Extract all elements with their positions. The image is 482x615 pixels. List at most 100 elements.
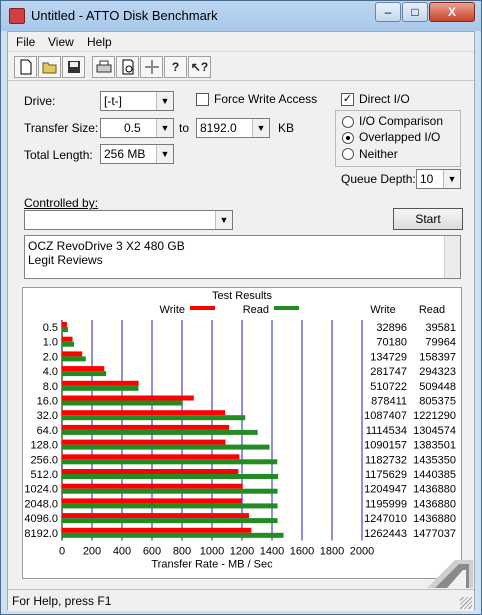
neither-radio[interactable]: [342, 148, 354, 160]
write-bar: [62, 527, 252, 533]
read-value: 1435350: [413, 454, 456, 466]
write-bar: [62, 469, 239, 474]
drive-label: Drive:: [24, 94, 56, 108]
x-tick-label: 600: [143, 546, 161, 558]
write-value: 1195999: [365, 498, 407, 510]
move-icon[interactable]: [140, 56, 163, 78]
chevron-down-icon: ▼: [156, 119, 173, 137]
transfer-to-select[interactable]: 8192.0 ▼: [196, 118, 270, 138]
total-length-label: Total Length:: [24, 148, 93, 162]
results-title: Test Results: [212, 290, 272, 302]
y-tick-label: 8192.0: [24, 528, 58, 540]
read-bar: [62, 415, 246, 421]
print-preview-icon[interactable]: [116, 56, 139, 78]
menu-view[interactable]: View: [48, 35, 74, 49]
legend-write-swatch: [190, 306, 215, 310]
write-bar: [62, 366, 105, 372]
total-length-value: 256 MB: [104, 147, 146, 161]
read-value: 1436880: [413, 498, 456, 510]
queue-depth-select[interactable]: 10 ▼: [416, 169, 461, 189]
write-bar: [62, 513, 250, 519]
x-tick-label: 200: [83, 546, 101, 558]
read-bar: [62, 474, 279, 479]
write-bar: [62, 454, 240, 460]
test-results-panel: Test Results Write Read Write Read 0 200 400 600…: [22, 287, 462, 579]
read-bar: [62, 488, 278, 494]
write-value: 878411: [371, 396, 407, 408]
description-textarea[interactable]: OCZ RevoDrive 3 X2 480 GB Legit Reviews: [24, 235, 461, 279]
read-value: 1440385: [413, 469, 456, 481]
context-help-icon[interactable]: ↖?: [188, 56, 211, 78]
kb-label: KB: [278, 121, 295, 135]
minimize-button[interactable]: –: [375, 2, 401, 22]
queue-depth-label: Queue Depth:: [341, 172, 416, 186]
io-comparison-label: I/O Comparison: [359, 114, 444, 128]
print-icon[interactable]: [92, 56, 115, 78]
read-bar: [62, 356, 86, 362]
write-bar: [62, 424, 230, 430]
open-icon[interactable]: [38, 56, 61, 78]
write-value: 1087407: [364, 410, 407, 422]
y-tick-label: 64.0: [37, 425, 58, 437]
overlapped-io-radio[interactable]: [342, 132, 354, 144]
y-tick-label: 512.0: [30, 469, 58, 481]
y-tick-label: 16.0: [37, 396, 58, 408]
chevron-down-icon: ▼: [252, 119, 269, 137]
chevron-down-icon: ▼: [443, 170, 460, 188]
resize-grip[interactable]: [460, 597, 472, 609]
legend-write-label: Write: [160, 304, 185, 316]
read-value: 805375: [419, 396, 456, 408]
read-value: 509448: [419, 381, 456, 393]
write-value: 1182732: [365, 454, 407, 466]
x-tick-label: 2000: [350, 546, 374, 558]
y-tick-label: 8.0: [43, 381, 58, 393]
client-area: File View Help ? ↖? Drive: [-t-] ▼ Force…: [7, 31, 475, 611]
read-value: 1477037: [413, 528, 456, 540]
force-write-checkbox[interactable]: [196, 93, 209, 106]
chevron-down-icon: ▼: [156, 92, 173, 110]
read-value: 1221290: [413, 410, 456, 422]
write-bar: [62, 380, 139, 386]
read-bar: [62, 444, 270, 450]
write-bar: [62, 322, 67, 327]
transfer-to-value: 8192.0: [200, 121, 237, 135]
read-bar: [62, 341, 74, 347]
watermark-logo: [427, 560, 473, 588]
write-value: 1175629: [365, 469, 407, 481]
save-icon[interactable]: [62, 56, 85, 78]
write-value: 32896: [376, 322, 407, 334]
direct-io-label: Direct I/O: [359, 92, 410, 106]
y-tick-label: 1.0: [43, 337, 58, 349]
drive-value: [-t-]: [104, 94, 122, 108]
drive-select[interactable]: [-t-] ▼: [100, 91, 174, 111]
transfer-size-label: Transfer Size:: [24, 121, 99, 135]
read-value: 79964: [425, 337, 456, 349]
new-icon[interactable]: [14, 56, 37, 78]
menu-file[interactable]: File: [16, 35, 35, 49]
window-title: Untitled - ATTO Disk Benchmark: [31, 8, 218, 23]
memo-scrollbar[interactable]: [444, 236, 460, 278]
y-tick-label: 4096.0: [24, 513, 58, 525]
help-icon[interactable]: ?: [164, 56, 187, 78]
neither-label: Neither: [359, 147, 398, 161]
io-comparison-radio[interactable]: [342, 116, 354, 128]
title-bar[interactable]: Untitled - ATTO Disk Benchmark – □ X: [1, 1, 481, 31]
start-button[interactable]: Start: [393, 208, 463, 230]
read-bar: [62, 327, 68, 332]
total-length-select[interactable]: 256 MB ▼: [100, 144, 174, 164]
y-tick-label: 128.0: [30, 440, 58, 452]
app-window: Untitled - ATTO Disk Benchmark – □ X Fil…: [0, 0, 482, 615]
read-value: 1304574: [413, 425, 456, 437]
direct-io-checkbox[interactable]: ✓: [341, 93, 354, 106]
write-value: 1114534: [366, 425, 407, 437]
maximize-button[interactable]: □: [402, 2, 428, 22]
menu-help[interactable]: Help: [87, 35, 112, 49]
controlled-by-select[interactable]: ▼: [24, 210, 233, 230]
y-tick-label: 2.0: [43, 351, 58, 363]
transfer-from-select[interactable]: 0.5 ▼: [100, 118, 174, 138]
close-button[interactable]: X: [429, 2, 475, 22]
write-value: 1262443: [364, 528, 407, 540]
x-tick-label: 0: [59, 546, 65, 558]
legend-read-label: Read: [243, 304, 269, 316]
controlled-by-label: Controlled by:: [24, 196, 99, 210]
